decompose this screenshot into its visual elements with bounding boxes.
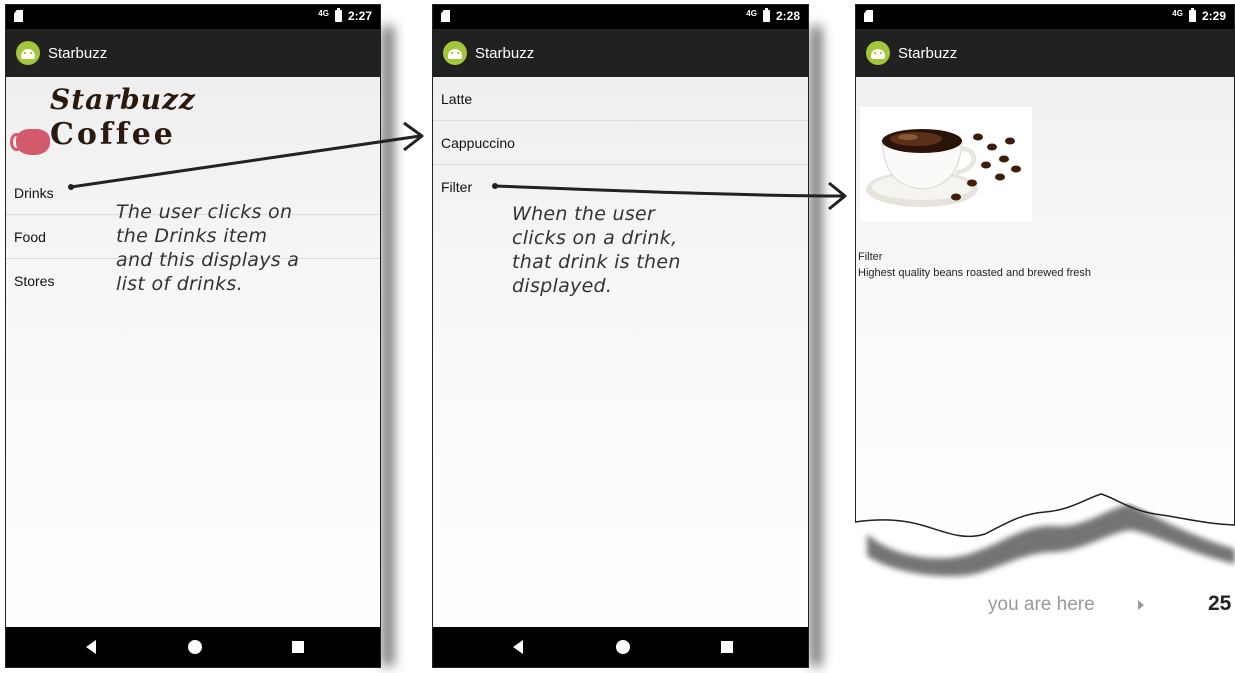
starbuzz-logo: Starbuzz Coffee [10, 83, 224, 163]
status-right: 4G 2:28 [746, 8, 800, 23]
status-bar: 4G 2:27 [6, 5, 380, 29]
back-icon[interactable] [86, 640, 96, 654]
annotation-note-2: When the user clicks on a drink, that dr… [512, 203, 681, 297]
drink-name: Filter [858, 251, 883, 263]
page-number: 25 [1208, 592, 1232, 615]
android-icon [866, 41, 890, 65]
status-bar: 4G 2:28 [433, 5, 808, 29]
app-bar: Starbuzz [6, 29, 380, 77]
triangle-right-icon [1138, 600, 1144, 610]
phone-screen-2: 4G 2:28 Starbuzz Latte Cappuccino Filter [432, 4, 821, 668]
app-title: Starbuzz [48, 44, 108, 62]
app-title: Starbuzz [475, 44, 535, 62]
back-icon[interactable] [513, 640, 523, 654]
you-are-here-label: you are here [988, 594, 1095, 615]
status-time: 2:27 [347, 9, 372, 23]
signal-icon: 4G [1172, 8, 1183, 18]
home-icon[interactable] [188, 640, 202, 654]
status-bar: 4G 2:29 [856, 5, 1234, 29]
recent-apps-icon[interactable] [721, 641, 733, 653]
phone-frame: 4G 2:29 Starbuzz Filter Highest quality … [855, 4, 1235, 542]
drink-description: Highest quality beans roasted and brewed… [858, 267, 1091, 279]
home-icon[interactable] [616, 640, 630, 654]
recent-apps-icon[interactable] [292, 641, 304, 653]
annotation-note-1: The user clicks on the Drinks item and t… [116, 201, 300, 295]
status-right: 4G 2:27 [318, 8, 372, 23]
teapot-icon [10, 129, 50, 155]
sim-icon [441, 10, 450, 22]
battery-icon [334, 8, 342, 22]
logo-line-2: Coffee [50, 117, 176, 152]
phone-frame: 4G 2:27 Starbuzz Starbuzz Coffee Drinks … [5, 4, 381, 668]
logo-line-1: Starbuzz [50, 83, 196, 116]
phone-shadow [383, 26, 393, 666]
phone-screen-3: 4G 2:29 Starbuzz Filter Highest quality … [855, 4, 1235, 577]
android-icon [16, 41, 40, 65]
phone-frame: 4G 2:28 Starbuzz Latte Cappuccino Filter [432, 4, 809, 668]
app-bar: Starbuzz [433, 29, 808, 77]
phone-screen-1: 4G 2:27 Starbuzz Starbuzz Coffee Drinks … [5, 4, 393, 668]
nav-bar [6, 627, 380, 667]
status-time: 2:29 [1201, 9, 1226, 23]
app-bar: Starbuzz [856, 29, 1234, 77]
signal-icon: 4G [318, 8, 329, 18]
sim-icon [14, 10, 23, 22]
status-right: 4G 2:29 [1172, 8, 1226, 23]
app-title: Starbuzz [898, 44, 958, 62]
battery-icon [1188, 8, 1196, 22]
sim-icon [864, 10, 873, 22]
nav-bar [433, 627, 808, 667]
phone-shadow [811, 26, 821, 666]
android-icon [443, 41, 467, 65]
status-time: 2:28 [775, 9, 800, 23]
battery-icon [762, 8, 770, 22]
signal-icon: 4G [746, 8, 757, 18]
coffee-image [860, 107, 1032, 221]
list-item-latte[interactable]: Latte [433, 77, 808, 121]
list-item-cappuccino[interactable]: Cappuccino [433, 121, 808, 165]
